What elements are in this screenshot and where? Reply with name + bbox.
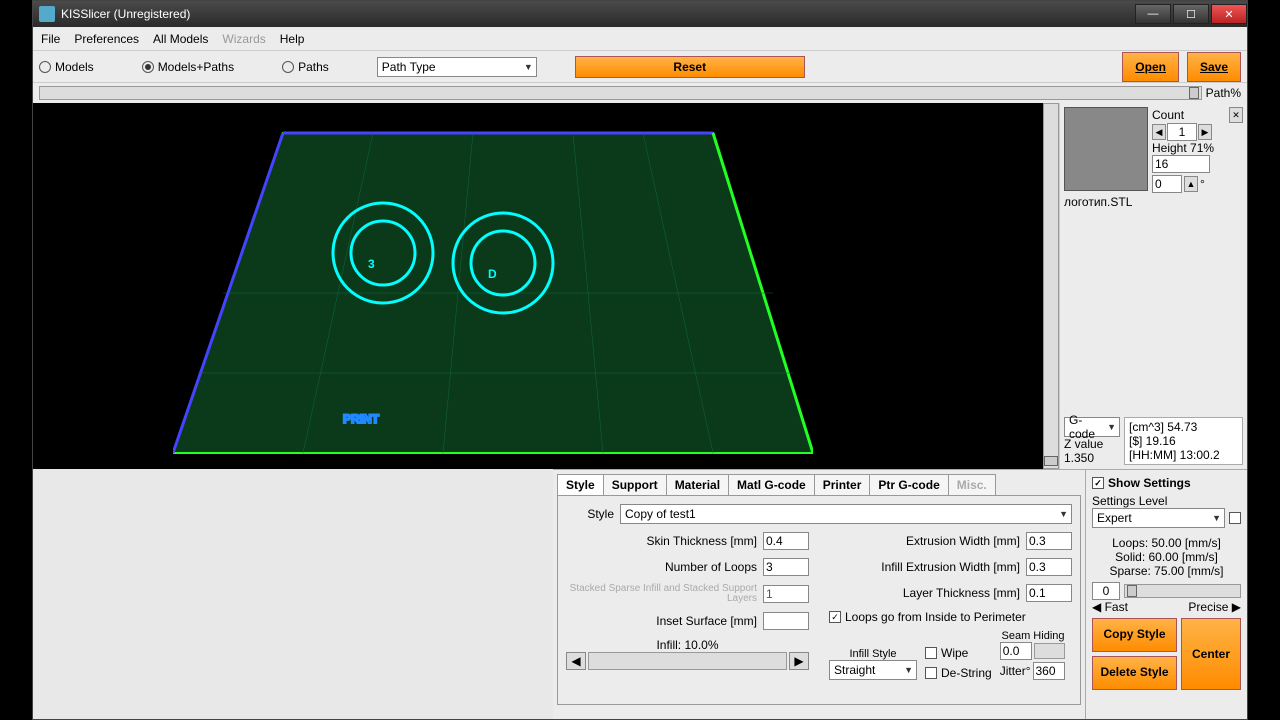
minimize-button[interactable]: — [1135, 4, 1171, 24]
tab-printer[interactable]: Printer [814, 474, 871, 495]
settings-panel: Style Support Material Matl G-code Print… [553, 469, 1085, 719]
menu-preferences[interactable]: Preferences [74, 32, 139, 46]
radio-modelspaths[interactable]: Models+Paths [142, 60, 234, 74]
svg-text:PRINT: PRINT [343, 412, 380, 426]
radio-models[interactable]: Models [39, 60, 94, 74]
seam-input[interactable] [1000, 642, 1032, 660]
infw-input[interactable] [1026, 558, 1072, 576]
tab-matlgcode[interactable]: Matl G-code [728, 474, 815, 495]
menu-file[interactable]: File [41, 32, 60, 46]
extw-input[interactable] [1026, 532, 1072, 550]
tab-support[interactable]: Support [603, 474, 667, 495]
loopsgo-check[interactable]: ✓ [829, 611, 841, 623]
zvalue: 1.350 [1064, 451, 1120, 465]
titlebar: KISSlicer (Unregistered) — ☐ ✕ [33, 1, 1247, 27]
tab-bar: Style Support Material Matl G-code Print… [557, 474, 1081, 495]
height-label: Height 71% [1152, 141, 1243, 155]
style-label: Style [566, 507, 620, 521]
layer-input[interactable] [1026, 584, 1072, 602]
toolbar: Models Models+Paths Paths Path Type Rese… [33, 51, 1247, 83]
stacked-input [763, 585, 809, 603]
copy-style-button[interactable]: Copy Style [1092, 618, 1177, 652]
infill-decr[interactable]: ◀ [566, 652, 586, 670]
speed-input[interactable] [1092, 582, 1120, 600]
center-button[interactable]: Center [1181, 618, 1241, 690]
skin-input[interactable] [763, 532, 809, 550]
menu-help[interactable]: Help [280, 32, 305, 46]
svg-text:D: D [488, 267, 497, 281]
loops-input[interactable] [763, 558, 809, 576]
save-button[interactable]: Save [1187, 52, 1241, 82]
speed-slider[interactable] [1124, 584, 1241, 598]
infill-slider[interactable] [588, 652, 787, 670]
z-slider[interactable] [1043, 103, 1059, 469]
open-button[interactable]: Open [1122, 52, 1179, 82]
pathpct-label: Path% [1206, 86, 1241, 100]
3d-viewport[interactable]: 3 D PRINT [33, 103, 1043, 469]
maximize-button[interactable]: ☐ [1173, 4, 1209, 24]
infill-label: Infill: 10.0% [566, 638, 809, 652]
menu-allmodels[interactable]: All Models [153, 32, 208, 46]
seam-slider[interactable] [1034, 643, 1065, 659]
show-settings-check[interactable]: ✓ [1092, 477, 1104, 489]
menubar: File Preferences All Models Wizards Help [33, 27, 1247, 51]
style-select[interactable]: Copy of test1 [620, 504, 1072, 524]
app-icon [39, 6, 55, 22]
level-check[interactable] [1229, 512, 1241, 524]
menu-wizards: Wizards [222, 32, 265, 46]
infill-incr[interactable]: ▶ [789, 652, 809, 670]
close-model-button[interactable]: ✕ [1229, 107, 1243, 123]
stats-box: [cm^3] 54.73 [$] 19.16 [HH:MM] 13:00.2 [1124, 417, 1243, 465]
destring-check[interactable] [925, 667, 937, 679]
count-incr[interactable]: ▶ [1198, 124, 1212, 140]
level-select[interactable]: Expert [1092, 508, 1225, 528]
svg-text:3: 3 [368, 257, 375, 271]
delete-style-button[interactable]: Delete Style [1092, 656, 1177, 690]
gcode-select[interactable]: G-code [1064, 417, 1120, 437]
count-input[interactable] [1167, 123, 1197, 141]
window-title: KISSlicer (Unregistered) [61, 7, 1133, 21]
right-column: ✓Show Settings Settings Level Expert Loo… [1085, 469, 1247, 719]
tab-material[interactable]: Material [666, 474, 729, 495]
count-label: Count [1152, 108, 1184, 122]
side-panel: Count ✕ ◀ ▶ Height 71% ▲ [1059, 103, 1247, 469]
reset-button[interactable]: Reset [575, 56, 805, 78]
path-slider-row: Path% [33, 83, 1247, 103]
inset-input[interactable] [763, 612, 809, 630]
wipe-check[interactable] [925, 647, 937, 659]
tab-misc: Misc. [948, 474, 996, 495]
tab-style[interactable]: Style [557, 474, 604, 495]
pathtype-select[interactable]: Path Type [377, 57, 537, 77]
close-button[interactable]: ✕ [1211, 4, 1247, 24]
model-thumbnail[interactable] [1064, 107, 1148, 191]
height-input[interactable] [1152, 155, 1210, 173]
path-slider[interactable] [39, 86, 1202, 100]
angle-up[interactable]: ▲ [1184, 176, 1198, 192]
count-decr[interactable]: ◀ [1152, 124, 1166, 140]
infillstyle-select[interactable]: Straight [829, 660, 917, 680]
jitter-input[interactable] [1033, 662, 1065, 680]
angle-input[interactable] [1152, 175, 1182, 193]
model-filename: логотип.STL [1064, 195, 1243, 209]
radio-paths[interactable]: Paths [282, 60, 329, 74]
tab-ptrgcode[interactable]: Ptr G-code [869, 474, 948, 495]
